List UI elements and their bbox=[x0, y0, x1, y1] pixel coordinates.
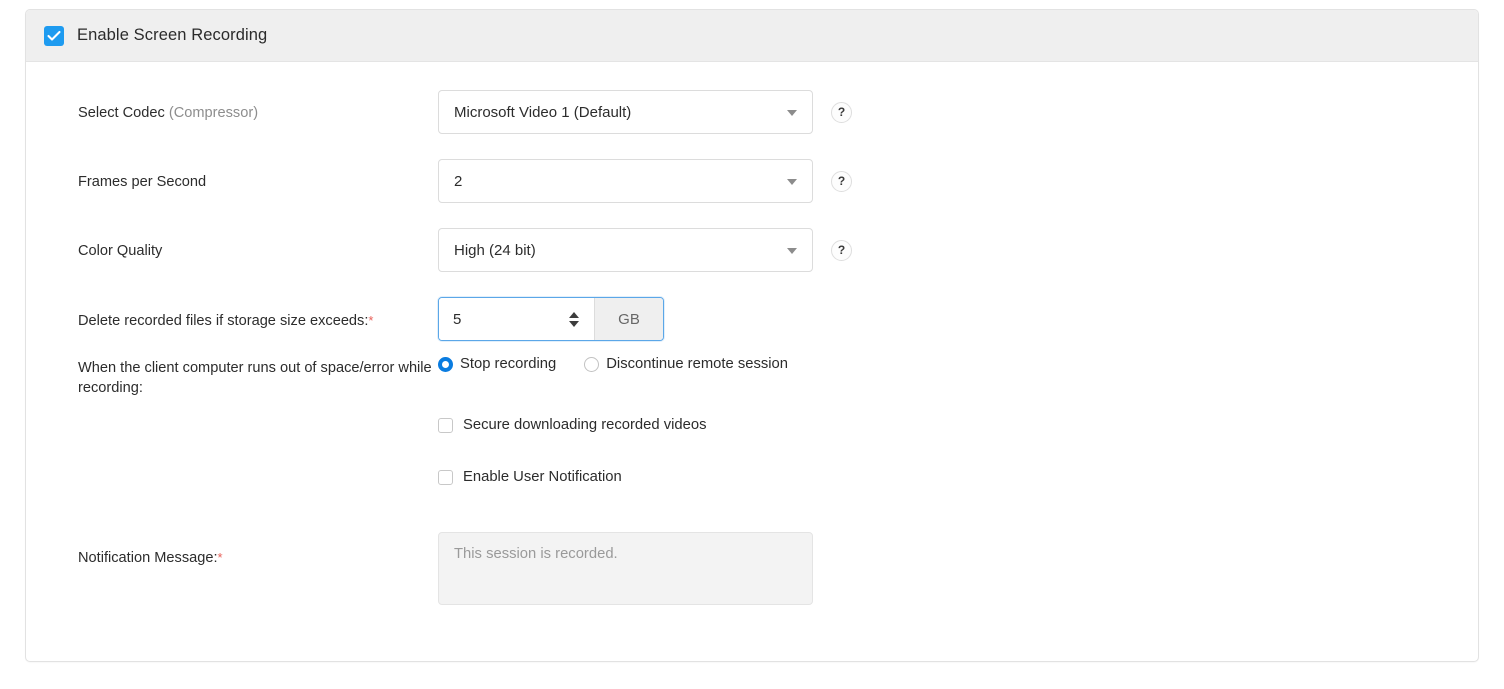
fps-select-value: 2 bbox=[454, 173, 462, 190]
codec-help-icon[interactable]: ? bbox=[831, 102, 852, 123]
color-quality-select-value: High (24 bit) bbox=[454, 242, 536, 259]
fps-label: Frames per Second bbox=[26, 159, 438, 192]
panel-header: Enable Screen Recording bbox=[26, 10, 1478, 62]
user-notification-checkbox-item[interactable]: Enable User Notification bbox=[438, 469, 622, 485]
form-row-storage-limit: Delete recorded files if storage size ex… bbox=[26, 297, 1478, 354]
chevron-down-icon bbox=[787, 179, 797, 185]
notification-message-label-text: Notification Message: bbox=[78, 550, 218, 566]
notification-message-control bbox=[438, 532, 1478, 605]
panel-body: Select Codec (Compressor) Microsoft Vide… bbox=[26, 62, 1478, 605]
out-of-space-label-text: When the client computer runs out of spa… bbox=[78, 360, 432, 396]
spinner-up-arrow[interactable] bbox=[569, 312, 579, 318]
form-row-notification-message: Notification Message:* bbox=[26, 532, 1478, 605]
codec-select-value: Microsoft Video 1 (Default) bbox=[454, 104, 631, 121]
user-notification-checkbox[interactable] bbox=[438, 470, 453, 485]
user-notification-label: Enable User Notification bbox=[463, 469, 622, 485]
notification-message-required-mark: * bbox=[218, 550, 223, 565]
radio-discontinue-session-label: Discontinue remote session bbox=[606, 356, 788, 372]
out-of-space-control: Stop recording Discontinue remote sessio… bbox=[438, 354, 1478, 372]
chevron-down-icon bbox=[787, 110, 797, 116]
chevron-down-icon bbox=[787, 248, 797, 254]
radio-stop-recording-label: Stop recording bbox=[460, 356, 556, 372]
color-quality-select[interactable]: High (24 bit) bbox=[438, 228, 813, 272]
storage-limit-unit: GB bbox=[594, 298, 663, 340]
fps-help-icon[interactable]: ? bbox=[831, 171, 852, 192]
secure-download-checkbox[interactable] bbox=[438, 418, 453, 433]
color-quality-label-text: Color Quality bbox=[78, 243, 162, 259]
codec-label: Select Codec (Compressor) bbox=[26, 90, 438, 123]
radio-stop-recording-indicator[interactable] bbox=[438, 357, 453, 372]
storage-limit-label: Delete recorded files if storage size ex… bbox=[26, 297, 438, 331]
secure-download-label: Secure downloading recorded videos bbox=[463, 417, 706, 433]
codec-label-text: Select Codec bbox=[78, 105, 165, 121]
codec-label-suffix: (Compressor) bbox=[169, 105, 258, 121]
storage-limit-input-group[interactable]: GB bbox=[438, 297, 664, 341]
enable-screen-recording-checkbox[interactable] bbox=[44, 26, 64, 46]
radio-option-stop-recording[interactable]: Stop recording bbox=[438, 356, 556, 372]
out-of-space-label: When the client computer runs out of spa… bbox=[26, 354, 438, 398]
check-icon bbox=[47, 30, 61, 42]
fps-select[interactable]: 2 bbox=[438, 159, 813, 203]
storage-limit-input[interactable] bbox=[439, 298, 563, 340]
notification-message-label: Notification Message:* bbox=[26, 532, 438, 568]
color-quality-help-icon[interactable]: ? bbox=[831, 240, 852, 261]
storage-limit-control: GB bbox=[438, 297, 1478, 341]
panel-title: Enable Screen Recording bbox=[77, 26, 267, 45]
spinner-down-arrow[interactable] bbox=[569, 321, 579, 327]
fps-label-text: Frames per Second bbox=[78, 174, 206, 190]
out-of-space-radio-group: Stop recording Discontinue remote sessio… bbox=[438, 356, 788, 372]
form-row-out-of-space: When the client computer runs out of spa… bbox=[26, 354, 1478, 417]
color-quality-control: High (24 bit) ? bbox=[438, 228, 1478, 272]
radio-option-discontinue-session[interactable]: Discontinue remote session bbox=[584, 356, 788, 372]
notification-message-textarea[interactable] bbox=[438, 532, 813, 605]
radio-discontinue-session-indicator[interactable] bbox=[584, 357, 599, 372]
form-row-secure-download: Secure downloading recorded videos bbox=[26, 417, 1478, 469]
form-row-fps: Frames per Second 2 ? bbox=[26, 159, 1478, 228]
secure-download-control: Secure downloading recorded videos bbox=[438, 417, 1478, 433]
secure-download-checkbox-item[interactable]: Secure downloading recorded videos bbox=[438, 417, 706, 433]
screen-recording-settings-panel: Enable Screen Recording Select Codec (Co… bbox=[25, 9, 1479, 662]
codec-select[interactable]: Microsoft Video 1 (Default) bbox=[438, 90, 813, 134]
storage-limit-label-text: Delete recorded files if storage size ex… bbox=[78, 313, 368, 329]
form-row-color-quality: Color Quality High (24 bit) ? bbox=[26, 228, 1478, 297]
form-row-codec: Select Codec (Compressor) Microsoft Vide… bbox=[26, 90, 1478, 159]
user-notification-control: Enable User Notification bbox=[438, 469, 1478, 485]
codec-control: Microsoft Video 1 (Default) ? bbox=[438, 90, 1478, 134]
form-row-user-notification: Enable User Notification bbox=[26, 469, 1478, 532]
fps-control: 2 ? bbox=[438, 159, 1478, 203]
spinner-updown-icon[interactable] bbox=[563, 298, 594, 340]
color-quality-label: Color Quality bbox=[26, 228, 438, 261]
storage-limit-required-mark: * bbox=[368, 313, 373, 328]
